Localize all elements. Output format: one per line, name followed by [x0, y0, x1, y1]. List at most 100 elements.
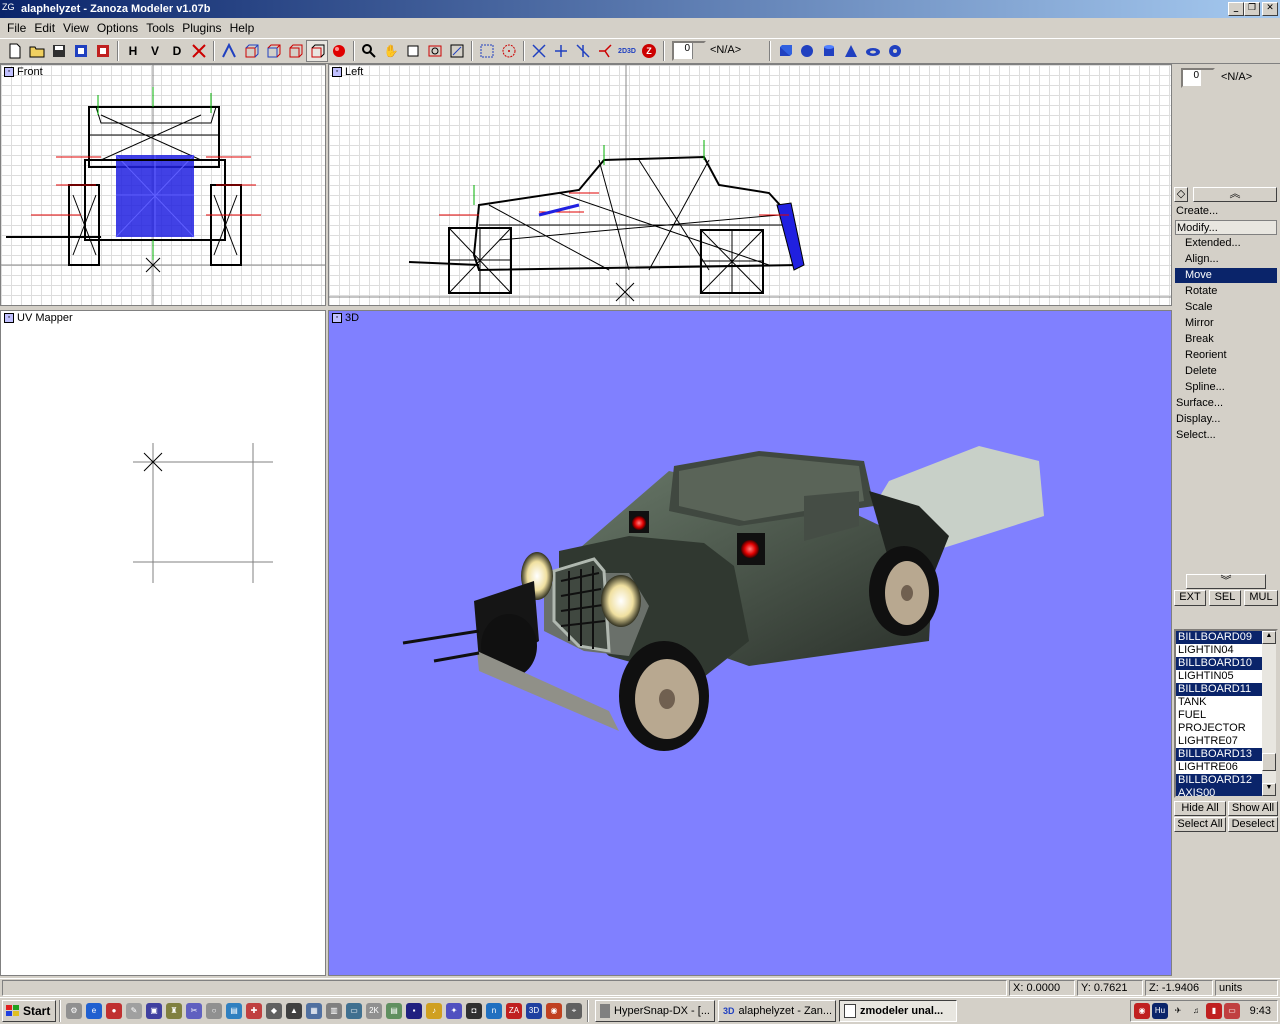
panel-menu-item[interactable]: Create... [1175, 204, 1277, 219]
quicklaunch-app5-icon[interactable]: ✂ [186, 1003, 202, 1019]
quicklaunch-ie-icon[interactable]: e [86, 1003, 102, 1019]
quicklaunch-app9-icon[interactable]: ◆ [266, 1003, 282, 1019]
quicklaunch-app10-icon[interactable]: ▲ [286, 1003, 302, 1019]
three-d-viewport[interactable]: ▫ 3D [328, 310, 1172, 976]
task-zanoza[interactable]: 3D alaphelyzet - Zan... [718, 1000, 836, 1022]
start-button[interactable]: Start [2, 1000, 56, 1022]
create-gear-icon[interactable] [884, 40, 906, 62]
panel-menu-item[interactable]: Align... [1175, 252, 1277, 267]
quicklaunch-app2-icon[interactable]: ✎ [126, 1003, 142, 1019]
cube-blue-icon[interactable] [262, 40, 284, 62]
tray-network-icon[interactable]: ▭ [1224, 1003, 1240, 1019]
quicklaunch-app15-icon[interactable]: ▤ [386, 1003, 402, 1019]
axis-xy-icon[interactable] [528, 40, 550, 62]
hide-all-button[interactable]: Hide All [1174, 801, 1226, 816]
scroll-up-arrow-icon[interactable]: ▲ [1262, 631, 1276, 644]
z-toggle-icon[interactable]: Z [638, 40, 660, 62]
object-list-item[interactable]: AXIS00 [1176, 787, 1264, 796]
two-d-three-d-icon[interactable]: 2D3D [616, 40, 638, 62]
panel-menu-item[interactable]: Modify... [1175, 220, 1277, 235]
delete-button[interactable]: D [166, 40, 188, 62]
quicklaunch-settings-icon[interactable]: ⚙ [66, 1003, 82, 1019]
quicklaunch-app20-icon[interactable]: n [486, 1003, 502, 1019]
object-list-item[interactable]: LIGHTIN05 [1176, 670, 1264, 683]
panel-menu-item[interactable]: Surface... [1175, 396, 1277, 411]
scroll-down-arrow-icon[interactable]: ▼ [1262, 783, 1276, 796]
language-indicator[interactable]: Hu [1152, 1003, 1168, 1019]
show-all-button[interactable]: Show All [1228, 801, 1278, 816]
panel-toggle-button[interactable]: ◇ [1174, 187, 1188, 202]
viewport-menu-icon[interactable]: ▫ [4, 313, 14, 323]
object-list-item[interactable]: BILLBOARD10 [1176, 657, 1264, 670]
tray-speaker-icon[interactable]: ♫ [1188, 1003, 1204, 1019]
quicklaunch-app16-icon[interactable]: ▪ [406, 1003, 422, 1019]
axis-yz-icon[interactable] [550, 40, 572, 62]
object-list-item[interactable]: PROJECTOR [1176, 722, 1264, 735]
object-list-item[interactable]: BILLBOARD12 [1176, 774, 1264, 787]
quicklaunch-app11-icon[interactable]: ▦ [306, 1003, 322, 1019]
object-list-scrollbar[interactable]: ▲ ▼ [1262, 631, 1276, 796]
quicklaunch-app4-icon[interactable]: ♜ [166, 1003, 182, 1019]
quicklaunch-app17-icon[interactable]: ♪ [426, 1003, 442, 1019]
quicklaunch-app24-icon[interactable]: ⌖ [566, 1003, 582, 1019]
quicklaunch-app21-icon[interactable]: ZA [506, 1003, 522, 1019]
scroll-up-icon[interactable]: ︽ [1193, 187, 1277, 202]
object-list[interactable]: BILLBOARD09 LIGHTIN04 BILLBOARD10 LIGHTIN05… [1174, 629, 1278, 798]
panel-menu-item[interactable]: Move [1175, 268, 1277, 283]
tray-battery-icon[interactable]: ▮ [1206, 1003, 1222, 1019]
menu-file[interactable]: File [3, 21, 30, 35]
panel-menu-item[interactable]: Display... [1175, 412, 1277, 427]
cube-outline-icon[interactable] [284, 40, 306, 62]
zoom-extents-icon[interactable] [402, 40, 424, 62]
object-list-item[interactable]: TANK [1176, 696, 1264, 709]
tray-plane-icon[interactable]: ✈ [1170, 1003, 1186, 1019]
restore-button[interactable]: ❐ [1244, 2, 1260, 16]
deselect-button[interactable]: Deselect [1228, 817, 1278, 832]
quicklaunch-app7-icon[interactable]: ▤ [226, 1003, 242, 1019]
save-icon[interactable] [48, 40, 70, 62]
select-circle-icon[interactable] [498, 40, 520, 62]
view-button[interactable]: V [144, 40, 166, 62]
export-icon[interactable] [92, 40, 114, 62]
panel-menu-item[interactable]: Scale [1175, 300, 1277, 315]
create-sphere-icon[interactable] [796, 40, 818, 62]
object-list-item[interactable]: BILLBOARD09 [1176, 631, 1264, 644]
zoom-region-icon[interactable] [424, 40, 446, 62]
pan-hand-icon[interactable]: ✋ [380, 40, 402, 62]
object-list-item[interactable]: LIGHTRE07 [1176, 735, 1264, 748]
quicklaunch-app19-icon[interactable]: ◘ [466, 1003, 482, 1019]
object-list-item[interactable]: LIGHTIN04 [1176, 644, 1264, 657]
menu-options[interactable]: Options [93, 21, 142, 35]
menu-edit[interactable]: Edit [30, 21, 59, 35]
quicklaunch-app23-icon[interactable]: ◉ [546, 1003, 562, 1019]
object-list-item[interactable]: BILLBOARD11 [1176, 683, 1264, 696]
cube-selected-icon[interactable] [306, 40, 328, 62]
quicklaunch-app18-icon[interactable]: ✦ [446, 1003, 462, 1019]
ext-button[interactable]: EXT [1174, 590, 1206, 606]
zoom-all-icon[interactable] [446, 40, 468, 62]
panel-menu-item[interactable]: Mirror [1175, 316, 1277, 331]
object-list-item[interactable]: BILLBOARD13 [1176, 748, 1264, 761]
menu-view[interactable]: View [59, 21, 93, 35]
select-all-button[interactable]: Select All [1174, 817, 1226, 832]
panel-menu-item[interactable]: Rotate [1175, 284, 1277, 299]
quicklaunch-app8-icon[interactable]: ✚ [246, 1003, 262, 1019]
import-icon[interactable] [70, 40, 92, 62]
quicklaunch-app13-icon[interactable]: ▭ [346, 1003, 362, 1019]
task-zmodeler[interactable]: zmodeler unal... [839, 1000, 957, 1022]
create-box-icon[interactable] [774, 40, 796, 62]
axis-free-icon[interactable] [594, 40, 616, 62]
panel-menu-item[interactable]: Select... [1175, 428, 1277, 443]
uv-mapper-viewport[interactable]: ▫ UV Mapper [0, 310, 326, 976]
menu-help[interactable]: Help [226, 21, 259, 35]
scroll-down-icon[interactable]: ︾ [1186, 574, 1266, 589]
cube-red-icon[interactable] [240, 40, 262, 62]
minimize-button[interactable]: _ [1228, 2, 1244, 16]
tray-app-icon[interactable]: ◉ [1134, 1003, 1150, 1019]
sphere-render-icon[interactable] [328, 40, 350, 62]
create-torus-icon[interactable] [862, 40, 884, 62]
quicklaunch-app12-icon[interactable]: ▥ [326, 1003, 342, 1019]
object-list-item[interactable]: LIGHTRE06 [1176, 761, 1264, 774]
scroll-thumb[interactable] [1262, 753, 1276, 771]
create-cylinder-icon[interactable] [818, 40, 840, 62]
